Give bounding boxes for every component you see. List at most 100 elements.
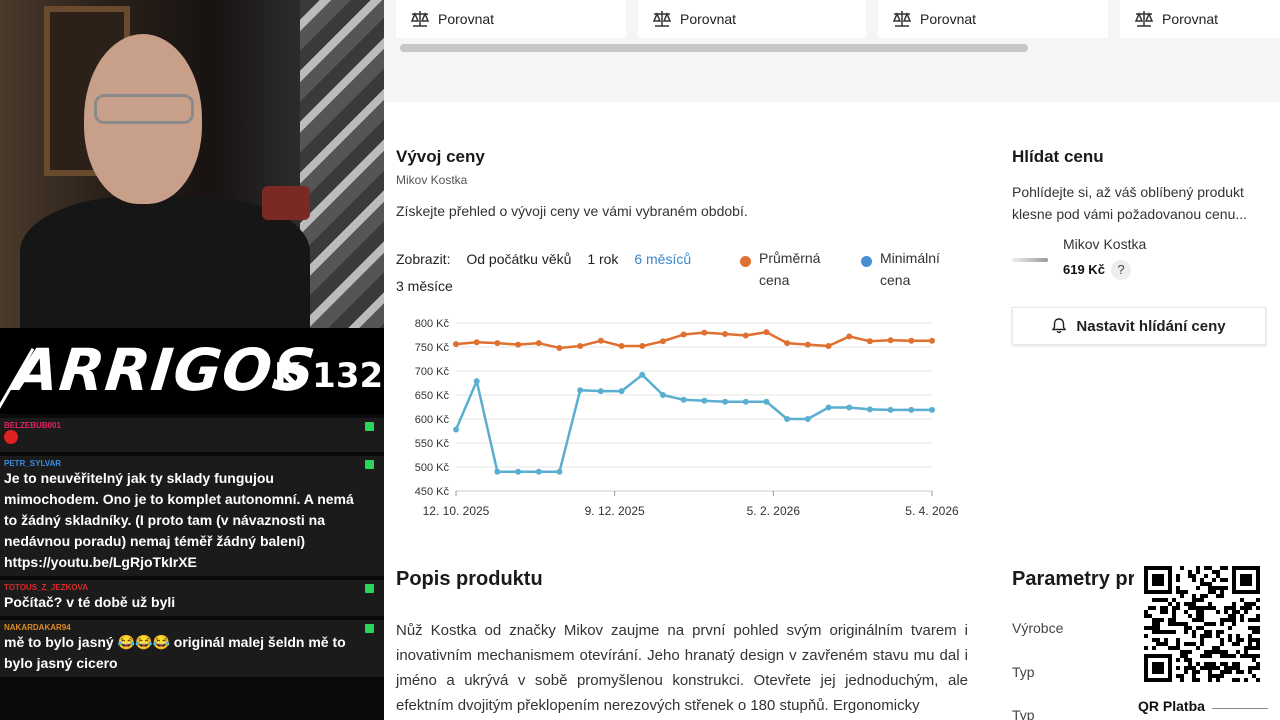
qr-module [1232, 618, 1236, 622]
data-point [556, 468, 563, 475]
qr-module [1228, 614, 1232, 618]
x-tick-label: 9. 12. 2025 [585, 504, 645, 518]
qr-module [1152, 622, 1156, 626]
episode-code: K 132 [274, 356, 384, 396]
qr-module [1240, 574, 1252, 586]
qr-module [1144, 634, 1148, 638]
qr-module [1176, 578, 1180, 582]
qr-module [1252, 646, 1256, 650]
legend-minimum[interactable]: Minimální cena [861, 247, 951, 291]
scale-icon [410, 11, 430, 27]
qr-module [1236, 634, 1240, 638]
qr-module [1232, 678, 1236, 682]
data-point [866, 338, 873, 345]
qr-module [1208, 602, 1212, 606]
qr-module [1236, 662, 1240, 666]
qr-module [1188, 602, 1192, 606]
x-tick-label: 5. 2. 2026 [747, 504, 801, 518]
qr-module [1160, 630, 1164, 634]
bell-icon [1052, 318, 1067, 334]
qr-module [1176, 590, 1180, 594]
qr-module [1228, 666, 1232, 670]
qr-module [1152, 662, 1164, 674]
compare-button[interactable]: Porovnat [878, 0, 1108, 38]
qr-module [1220, 662, 1224, 666]
qr-module [1216, 634, 1220, 638]
qr-module [1208, 590, 1212, 594]
qr-module [1256, 626, 1260, 630]
qr-module [1176, 646, 1180, 650]
qr-module [1240, 670, 1244, 674]
qr-module [1232, 606, 1236, 610]
qr-module [1240, 618, 1244, 622]
qr-module [1232, 614, 1236, 618]
qr-module [1196, 598, 1200, 602]
qr-module [1196, 566, 1200, 570]
qr-module [1256, 630, 1260, 634]
qr-module [1228, 634, 1232, 638]
compare-button[interactable]: Porovnat [638, 0, 866, 38]
qr-module [1180, 594, 1184, 598]
qr-module [1192, 666, 1196, 670]
qr-module [1220, 674, 1224, 678]
compare-label: Porovnat [438, 11, 495, 27]
help-icon[interactable]: ? [1111, 260, 1131, 280]
qr-module [1248, 626, 1252, 630]
show-label: Zobrazit: [396, 251, 451, 267]
qr-module [1144, 626, 1148, 630]
range-all[interactable]: Od počátku věků [466, 251, 571, 267]
set-price-watch-button[interactable]: Nastavit hlídání ceny [1012, 307, 1266, 345]
qr-module [1180, 678, 1184, 682]
y-tick-label: 650 Kč [415, 390, 450, 402]
qr-module [1196, 670, 1200, 674]
range-1-year[interactable]: 1 rok [587, 251, 618, 267]
qr-module [1212, 590, 1216, 594]
qr-module [1196, 618, 1200, 622]
qr-module [1220, 578, 1224, 582]
qr-module [1148, 614, 1152, 618]
qr-module [1156, 638, 1160, 642]
param-label-type: Typ [1012, 707, 1035, 720]
data-point [618, 388, 625, 395]
compare-button[interactable]: Porovnat [396, 0, 626, 38]
y-tick-label: 450 Kč [415, 486, 450, 498]
qr-module [1200, 594, 1204, 598]
qr-module [1208, 566, 1212, 570]
qr-module [1240, 638, 1244, 642]
qr-module [1192, 574, 1196, 578]
qr-module [1188, 606, 1192, 610]
data-point [887, 337, 894, 344]
qr-module [1228, 606, 1232, 610]
qr-module [1200, 618, 1204, 622]
data-point [618, 343, 625, 350]
qr-module [1248, 638, 1252, 642]
chat-message: PETR_SYLVAR Je to neuvěřitelný jak ty sk… [0, 456, 384, 576]
qr-module [1212, 674, 1216, 678]
qr-module [1188, 658, 1192, 662]
qr-module [1248, 654, 1252, 658]
channel-banner: ARRIGOS K 132 [0, 328, 384, 414]
qr-module [1196, 678, 1200, 682]
range-6-months[interactable]: 6 měsíců [634, 251, 691, 267]
range-3-months[interactable]: 3 měsíce [396, 278, 453, 294]
qr-module [1212, 650, 1216, 654]
qr-module [1224, 586, 1228, 590]
qr-module [1220, 622, 1224, 626]
compare-button[interactable]: Porovnat [1120, 0, 1280, 38]
param-label-type: Typ [1012, 664, 1035, 680]
qr-module [1176, 602, 1180, 606]
qr-module [1252, 674, 1256, 678]
qr-module [1252, 638, 1256, 642]
legend-average[interactable]: Průměrná cena [740, 247, 830, 291]
qr-module [1256, 638, 1260, 642]
carousel-scrollbar[interactable] [400, 44, 1028, 52]
data-point [763, 329, 770, 336]
series-line-minimum [454, 373, 932, 474]
webcam-feed [0, 0, 384, 328]
data-point [784, 340, 791, 347]
qr-module [1160, 642, 1164, 646]
qr-module [1180, 622, 1184, 626]
data-point [722, 398, 729, 405]
data-point [908, 406, 915, 413]
qr-module [1204, 666, 1208, 670]
